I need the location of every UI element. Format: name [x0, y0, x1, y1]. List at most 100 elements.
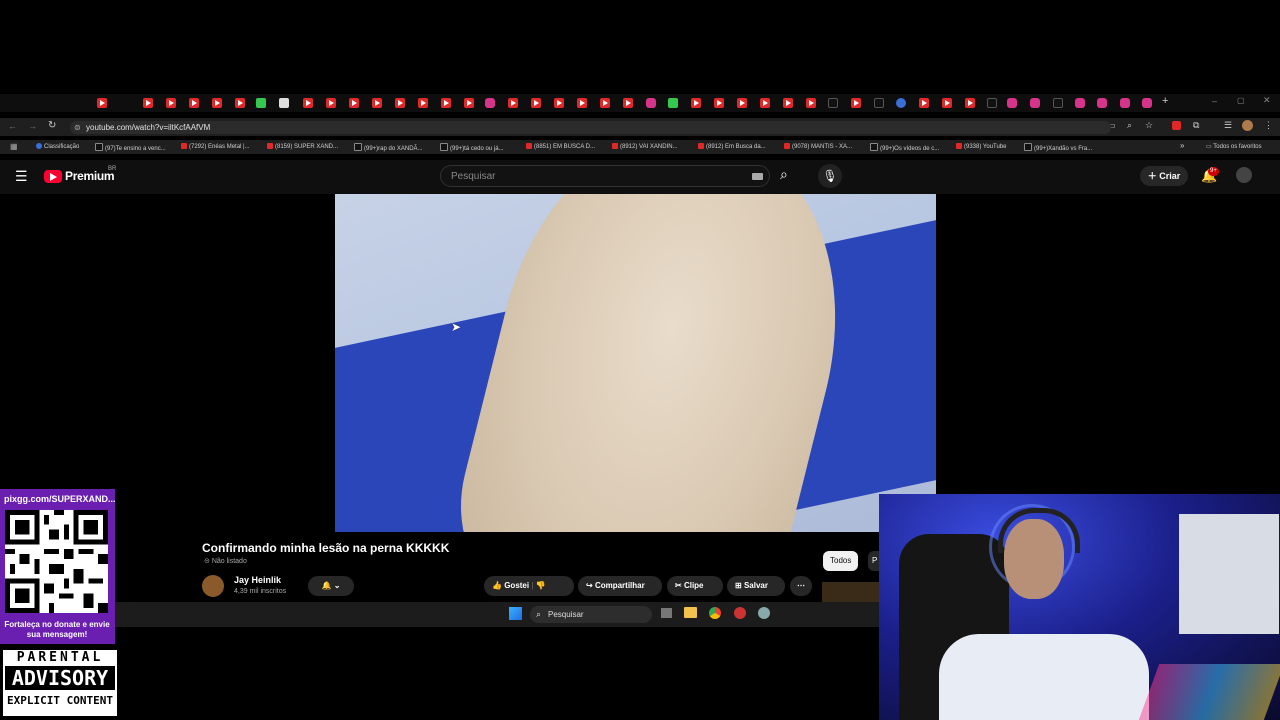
video-player[interactable]: ➤ [335, 194, 936, 532]
tab-youtube[interactable] [508, 98, 518, 108]
minimize-icon[interactable]: – [1212, 96, 1217, 106]
bookmark-item[interactable]: (97)Te ensino a venc... [95, 143, 166, 152]
tab-youtube[interactable] [714, 98, 724, 108]
hamburger-menu-icon[interactable]: ☰ [15, 168, 28, 185]
bookmark-star-icon[interactable]: ☆ [1145, 120, 1153, 131]
tab-youtube[interactable] [623, 98, 633, 108]
create-button[interactable]: ＋ Criar [1140, 166, 1188, 186]
bookmark-item[interactable]: (8851) EM BUSCA D... [526, 143, 595, 150]
tab-instagram[interactable] [1007, 98, 1017, 108]
bookmark-item[interactable]: (99+)Os vídeos de c... [870, 143, 939, 152]
filter-chip-all[interactable]: Todos [823, 551, 859, 571]
bookmark-item[interactable]: (9338) YouTube [956, 143, 1006, 150]
tab-youtube[interactable] [441, 98, 451, 108]
bookmark-item[interactable]: Classificação [36, 143, 79, 150]
menu-kebab-icon[interactable]: ⋮ [1264, 120, 1273, 131]
youtube-logo-text[interactable]: Premium [65, 169, 115, 183]
share-button[interactable]: ↪ Compartilhar [578, 576, 662, 596]
tab-instagram[interactable] [1075, 98, 1085, 108]
windows-start-icon[interactable] [509, 607, 522, 620]
tab-youtube[interactable] [97, 98, 107, 108]
tab-youtube[interactable] [783, 98, 793, 108]
tab-youtube[interactable] [166, 98, 176, 108]
tab-instagram[interactable] [1142, 98, 1152, 108]
tab-youtube[interactable] [531, 98, 541, 108]
extension-icon[interactable] [1172, 121, 1181, 130]
extensions-icon[interactable]: ⧉ [1193, 120, 1199, 131]
more-actions-button[interactable]: ⋯ [790, 576, 812, 596]
search-icon[interactable]: ⌕ [780, 166, 788, 183]
tab-tiktok[interactable] [874, 98, 884, 108]
taskbar-search[interactable]: ⌕ Pesquisar [530, 606, 652, 623]
app-icon[interactable] [734, 607, 746, 619]
bookmark-item[interactable]: (8912) VAI XANDIN... [612, 143, 678, 150]
bookmark-item[interactable]: (99+)rap do XANDÃ... [354, 143, 423, 152]
forward-icon[interactable]: → [28, 121, 37, 131]
account-avatar[interactable] [1236, 167, 1252, 183]
site-info-icon[interactable]: ⊜ [74, 121, 81, 134]
tab-site[interactable] [896, 98, 906, 108]
tab-youtube[interactable] [691, 98, 701, 108]
tab-youtube[interactable] [189, 98, 199, 108]
tab-instagram[interactable] [485, 98, 495, 108]
profile-avatar[interactable] [1242, 120, 1253, 131]
related-video-thumbnail[interactable] [822, 582, 879, 602]
tab-youtube[interactable] [554, 98, 564, 108]
tab-instagram[interactable] [646, 98, 656, 108]
tab-youtube[interactable] [372, 98, 382, 108]
subscribed-bell-button[interactable]: 🔔 ⌄ [308, 576, 354, 596]
tab-youtube[interactable] [806, 98, 816, 108]
tab-instagram[interactable] [1120, 98, 1130, 108]
task-view-icon[interactable] [661, 608, 672, 618]
keyboard-icon[interactable] [752, 173, 763, 180]
tab-youtube[interactable] [349, 98, 359, 108]
back-icon[interactable]: ← [8, 121, 17, 131]
tab-youtube[interactable] [760, 98, 770, 108]
tab-youtube[interactable] [395, 98, 405, 108]
zoom-icon[interactable]: ⌕ [1127, 120, 1132, 131]
tab-youtube[interactable] [303, 98, 313, 108]
tab-youtube[interactable] [737, 98, 747, 108]
channel-avatar[interactable] [202, 575, 224, 597]
file-explorer-icon[interactable] [684, 607, 697, 618]
close-window-icon[interactable]: ✕ [1263, 95, 1271, 106]
like-button[interactable]: 👍 Gostei | 👎 [484, 576, 574, 596]
search-input[interactable]: Pesquisar [440, 165, 770, 187]
bookmark-item[interactable]: (8159) SUPER XAND... [267, 143, 338, 150]
all-bookmarks-folder[interactable]: ▭ Todos os favoritos [1206, 143, 1262, 150]
new-tab-icon[interactable]: + [1162, 95, 1168, 107]
tab-doc[interactable] [279, 98, 289, 108]
bookmark-item[interactable]: (99+)Xandão vs Fra... [1024, 143, 1092, 152]
apps-grid-icon[interactable]: ▦ [10, 142, 18, 151]
tab-youtube[interactable] [919, 98, 929, 108]
channel-name[interactable]: Jay Heinlik [234, 575, 281, 585]
maximize-icon[interactable]: ▢ [1237, 96, 1245, 105]
bookmark-item[interactable]: (8912) Em Busca da... [698, 143, 766, 150]
tab-youtube[interactable] [851, 98, 861, 108]
bookmarks-overflow-icon[interactable]: » [1180, 141, 1184, 150]
tab-youtube[interactable] [418, 98, 428, 108]
bookmark-item[interactable]: (7292) Enéas Metal |... [181, 143, 250, 150]
reading-list-icon[interactable]: ☰ [1224, 120, 1232, 131]
tab-tiktok[interactable] [828, 98, 838, 108]
bookmark-item[interactable]: (99+)tá cedo ou já... [440, 143, 504, 152]
save-button[interactable]: ⊞ Salvar [727, 576, 785, 596]
settings-gear-icon[interactable] [758, 607, 770, 619]
microphone-icon[interactable]: 🎙 [818, 164, 842, 188]
chrome-icon[interactable] [709, 607, 721, 619]
tab-app[interactable] [668, 98, 678, 108]
tab-youtube[interactable] [965, 98, 975, 108]
clip-button[interactable]: ✂ Clipe [667, 576, 723, 596]
reload-icon[interactable]: ↻ [48, 120, 56, 131]
url-field[interactable]: ⊜ youtube.com/watch?v=iltKcfAAfVM [70, 121, 1111, 134]
tab-tiktok[interactable] [1053, 98, 1063, 108]
bookmark-item[interactable]: (9078) MANTIS - XA... [784, 143, 852, 150]
tab-youtube[interactable] [235, 98, 245, 108]
tab-youtube[interactable] [212, 98, 222, 108]
tab-youtube[interactable] [942, 98, 952, 108]
tab-tiktok[interactable] [987, 98, 997, 108]
tab-youtube[interactable] [600, 98, 610, 108]
tab-instagram[interactable] [1097, 98, 1107, 108]
tab-youtube[interactable] [143, 98, 153, 108]
tab-instagram[interactable] [1030, 98, 1040, 108]
